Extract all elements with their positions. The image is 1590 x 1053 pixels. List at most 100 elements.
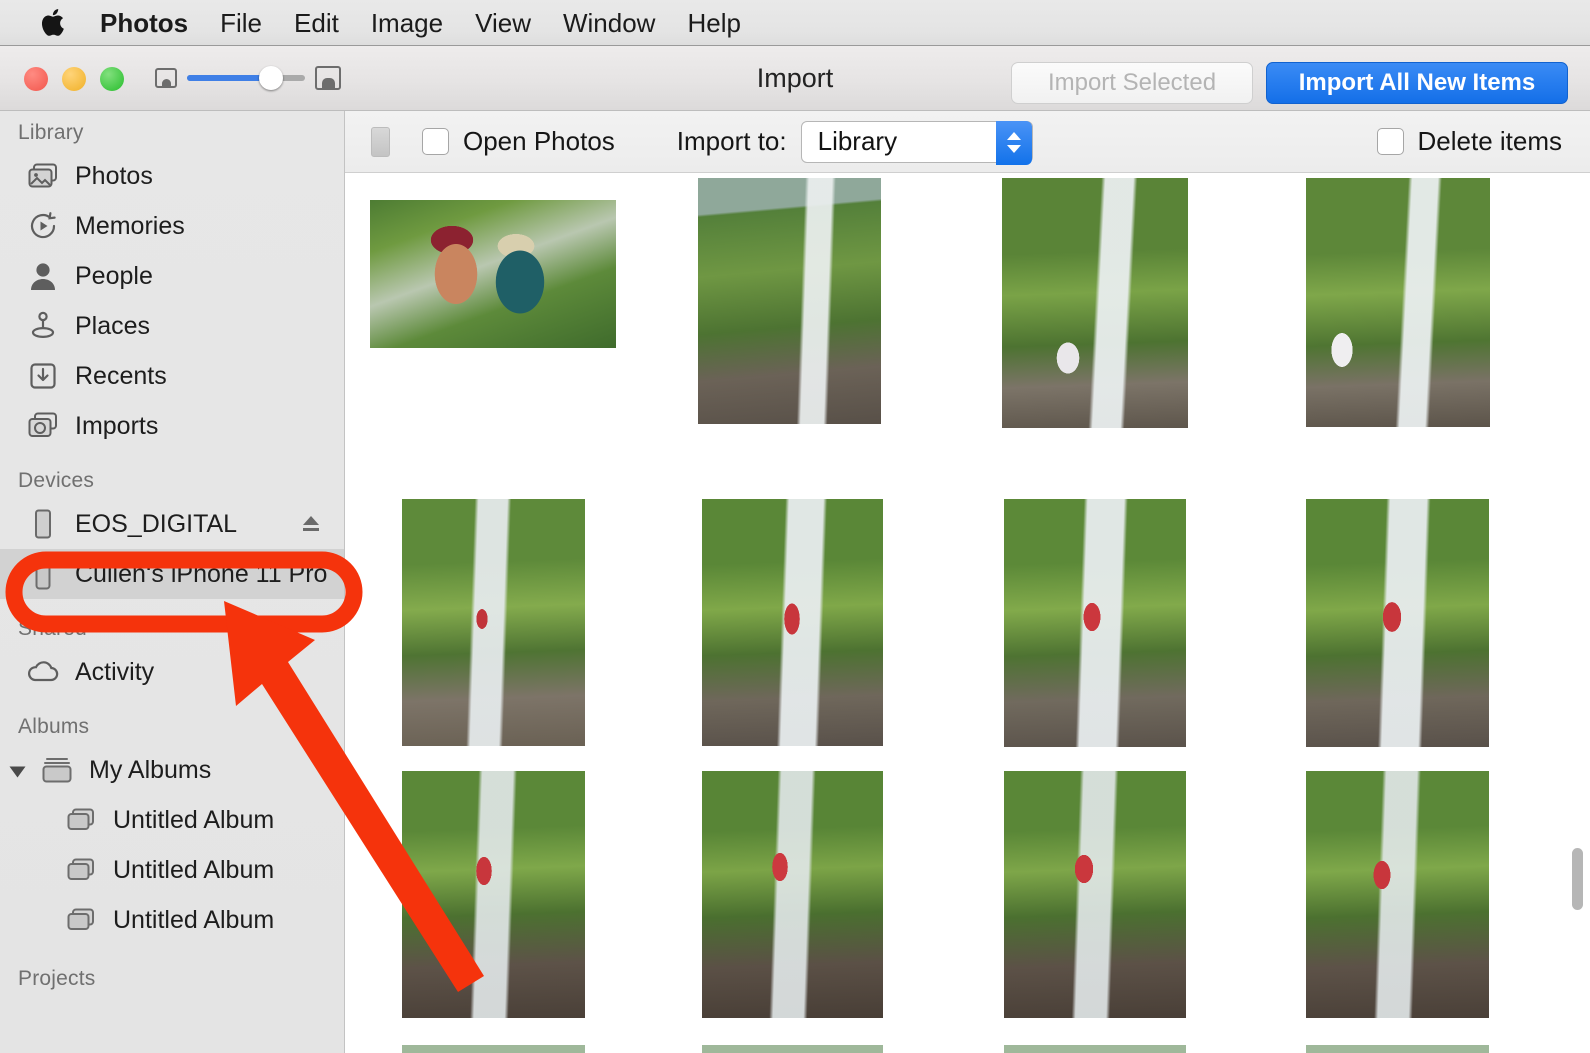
sidebar-item-my-albums[interactable]: My Albums [0, 745, 344, 795]
album-folder-icon [40, 753, 74, 787]
photo-thumbnail[interactable] [402, 771, 585, 1018]
import-window: Import Import Selected Import All New It… [0, 46, 1590, 1053]
photo-thumbnail[interactable] [698, 178, 881, 424]
sidebar-item-untitled-album-3[interactable]: Untitled Album [0, 895, 344, 945]
window-titlebar: Import Import Selected Import All New It… [0, 46, 1590, 111]
menu-photos[interactable]: Photos [84, 0, 204, 46]
photo-thumbnail[interactable] [1004, 771, 1186, 1018]
close-button[interactable] [24, 67, 48, 91]
photo-grid[interactable] [346, 173, 1590, 1053]
slider-knob[interactable] [259, 66, 283, 90]
small-thumbnail-icon [155, 68, 177, 88]
open-photos-checkbox-group[interactable]: Open Photos [422, 126, 615, 157]
large-thumbnail-icon [315, 66, 341, 90]
places-icon [26, 309, 60, 343]
photos-import-window: Photos File Edit Image View Window Help [0, 0, 1590, 1053]
photo-thumbnail[interactable] [1306, 771, 1489, 1018]
sidebar-section-shared: Shared [0, 599, 344, 647]
zoom-button[interactable] [100, 67, 124, 91]
menu-view[interactable]: View [459, 0, 547, 46]
memories-icon [26, 209, 60, 243]
sidebar-item-label: Recents [75, 362, 167, 391]
sidebar-section-library: Library [0, 111, 344, 151]
photo-thumbnail[interactable] [702, 499, 883, 746]
open-photos-checkbox[interactable] [422, 128, 449, 155]
macos-menu-bar: Photos File Edit Image View Window Help [0, 0, 1590, 46]
photo-thumbnail[interactable] [1306, 178, 1490, 427]
cloud-icon [26, 655, 60, 689]
imports-icon [26, 409, 60, 443]
sidebar-item-photos[interactable]: Photos [0, 151, 344, 201]
photo-thumbnail[interactable] [702, 1045, 883, 1053]
scrollbar-thumb[interactable] [1572, 848, 1583, 910]
sidebar-item-people[interactable]: People [0, 251, 344, 301]
photo-thumbnail[interactable] [1004, 499, 1186, 747]
menu-edit[interactable]: Edit [278, 0, 355, 46]
sidebar-item-label: Imports [75, 412, 158, 441]
sidebar-item-imports[interactable]: Imports [0, 401, 344, 451]
album-icon [64, 803, 98, 837]
import-to-select[interactable]: Library [801, 121, 1033, 163]
menu-image[interactable]: Image [355, 0, 459, 46]
apple-logo-icon[interactable] [38, 6, 68, 40]
sidebar-item-label: My Albums [89, 756, 211, 785]
sidebar-item-label: Memories [75, 212, 185, 241]
sidebar-section-projects: Projects [0, 945, 344, 997]
sidebar-item-untitled-album-1[interactable]: Untitled Album [0, 795, 344, 845]
slider-fill [187, 75, 270, 81]
import-to-value: Library [818, 126, 897, 157]
photo-thumbnail[interactable] [702, 771, 883, 1018]
sidebar-item-label: People [75, 262, 153, 291]
device-icon [371, 127, 390, 157]
menu-window[interactable]: Window [547, 0, 671, 46]
album-icon [64, 853, 98, 887]
import-to-label: Import to: [677, 126, 787, 157]
delete-items-checkbox[interactable] [1377, 128, 1404, 155]
sidebar-item-places[interactable]: Places [0, 301, 344, 351]
sidebar-item-label: Activity [75, 658, 154, 687]
menu-file[interactable]: File [204, 0, 278, 46]
photo-thumbnail[interactable] [1306, 1045, 1489, 1053]
photo-thumbnail[interactable] [402, 1045, 585, 1053]
sidebar-item-activity[interactable]: Activity [0, 647, 344, 697]
open-photos-label: Open Photos [463, 126, 615, 157]
photo-thumbnail[interactable] [370, 200, 616, 348]
photo-thumbnail[interactable] [1004, 1045, 1186, 1053]
sidebar-item-label: EOS_DIGITAL [75, 510, 237, 539]
people-icon [26, 259, 60, 293]
sidebar-section-devices: Devices [0, 451, 344, 499]
sidebar-item-eos-digital[interactable]: EOS_DIGITAL [0, 499, 344, 549]
vertical-scrollbar[interactable] [1573, 173, 1587, 1053]
photo-thumbnail[interactable] [1002, 178, 1188, 428]
chevron-down-icon[interactable] [10, 767, 26, 778]
photo-thumbnail[interactable] [1306, 499, 1489, 747]
album-icon [64, 903, 98, 937]
sidebar-item-label: Untitled Album [113, 856, 274, 885]
import-all-new-items-button[interactable]: Import All New Items [1266, 62, 1568, 104]
delete-items-checkbox-group[interactable]: Delete items [1377, 126, 1563, 157]
delete-items-label: Delete items [1418, 126, 1563, 157]
import-options-bar: Open Photos Import to: Library Delete it… [345, 111, 1590, 173]
sidebar-item-label: Untitled Album [113, 906, 274, 935]
sidebar-item-recents[interactable]: Recents [0, 351, 344, 401]
sidebar-item-label: Places [75, 312, 150, 341]
sidebar-item-label: Untitled Album [113, 806, 274, 835]
device-icon [26, 507, 60, 541]
sidebar-item-cullens-iphone-11-pro[interactable]: Cullen‘s iPhone 11 Pro [0, 549, 344, 599]
minimize-button[interactable] [62, 67, 86, 91]
sidebar-item-untitled-album-2[interactable]: Untitled Album [0, 845, 344, 895]
thumbnail-size-slider[interactable] [155, 66, 341, 90]
import-selected-button[interactable]: Import Selected [1011, 62, 1253, 104]
sidebar-item-memories[interactable]: Memories [0, 201, 344, 251]
sidebar-section-albums: Albums [0, 697, 344, 745]
photos-icon [26, 159, 60, 193]
chevron-updown-icon[interactable] [996, 121, 1032, 165]
slider-track[interactable] [187, 75, 305, 81]
sidebar: Library Photos Memories People [0, 111, 345, 1053]
photo-thumbnail[interactable] [402, 499, 585, 746]
menu-help[interactable]: Help [671, 0, 756, 46]
recents-icon [26, 359, 60, 393]
iphone-icon [26, 557, 60, 591]
window-controls [24, 67, 124, 91]
eject-icon[interactable] [300, 513, 322, 535]
